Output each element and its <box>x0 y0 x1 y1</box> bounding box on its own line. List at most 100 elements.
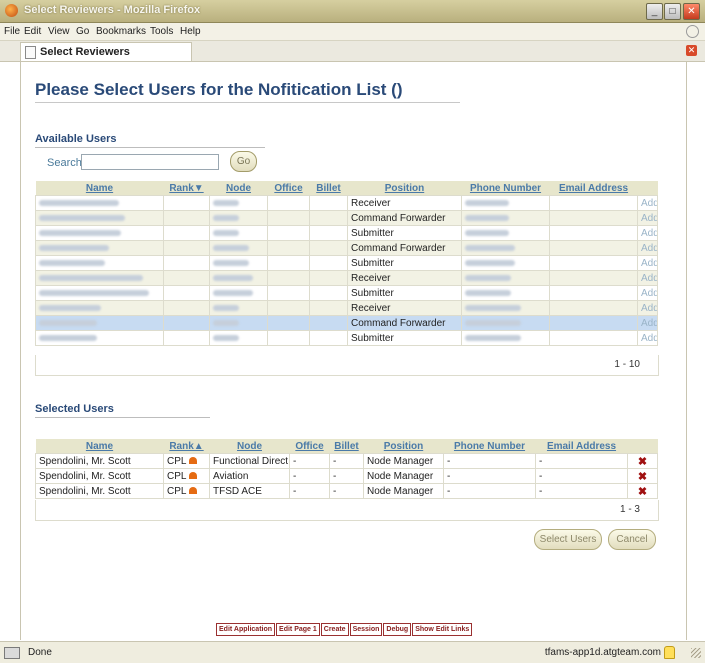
node-cell <box>209 210 268 226</box>
minimize-button[interactable]: _ <box>646 3 663 20</box>
remove-icon[interactable]: ✖ <box>627 453 658 469</box>
column-header-node[interactable]: Node <box>209 181 268 196</box>
tab-select-reviewers[interactable]: Select Reviewers <box>20 42 192 61</box>
redacted-text <box>39 244 109 251</box>
phone-cell: - <box>443 453 536 469</box>
remove-icon[interactable]: ✖ <box>627 468 658 484</box>
column-header-name[interactable]: Name <box>35 181 164 196</box>
redacted-text <box>213 304 239 311</box>
add-link[interactable]: Add <box>637 210 658 226</box>
office-cell <box>267 285 310 301</box>
email-cell <box>549 210 638 226</box>
add-link[interactable]: Add <box>637 270 658 286</box>
column-header-rank[interactable]: Rank▼ <box>163 181 210 196</box>
title-divider <box>35 102 460 103</box>
position-cell: Submitter <box>347 330 462 346</box>
rank-cell <box>163 285 210 301</box>
column-header-position[interactable]: Position <box>347 181 462 196</box>
billet-cell <box>309 330 348 346</box>
column-header-rank[interactable]: Rank▲ <box>163 439 210 454</box>
email-cell <box>549 270 638 286</box>
add-link[interactable]: Add <box>637 195 658 211</box>
column-header-email[interactable]: Email Address <box>535 439 628 454</box>
section-divider <box>35 417 210 418</box>
node-cell <box>209 225 268 241</box>
add-link[interactable]: Add <box>637 285 658 301</box>
select-users-button[interactable]: Select Users <box>534 529 602 550</box>
close-window-button[interactable]: ✕ <box>683 3 700 20</box>
billet-cell <box>309 240 348 256</box>
email-cell: - <box>535 453 628 469</box>
node-cell <box>209 300 268 316</box>
lock-icon[interactable] <box>664 646 675 659</box>
position-cell: Receiver <box>347 300 462 316</box>
redacted-text <box>213 334 239 341</box>
column-header-phone[interactable]: Phone Number <box>443 439 536 454</box>
menu-view[interactable]: View <box>48 26 70 37</box>
menu-go[interactable]: Go <box>76 26 89 37</box>
menu-file[interactable]: File <box>4 26 20 37</box>
close-tab-icon[interactable]: ✕ <box>686 45 697 56</box>
column-header-billet[interactable]: Billet <box>329 439 364 454</box>
email-cell: - <box>535 483 628 499</box>
menu-tools[interactable]: Tools <box>150 26 173 37</box>
available-users-heading: Available Users <box>35 133 117 145</box>
phone-cell <box>461 255 550 271</box>
position-cell: Submitter <box>347 285 462 301</box>
redacted-text <box>39 274 143 281</box>
office-cell <box>267 210 310 226</box>
redacted-text <box>465 304 521 311</box>
resize-grip-icon[interactable] <box>691 648 701 658</box>
search-input[interactable] <box>81 154 219 170</box>
rank-cell: CPL <box>163 453 210 469</box>
throbber-icon <box>686 25 699 38</box>
table-row: Submitter Add <box>35 330 658 346</box>
column-header-phone[interactable]: Phone Number <box>461 181 550 196</box>
add-link[interactable]: Add <box>637 240 658 256</box>
edit-application-link[interactable]: Edit Application <box>216 623 276 636</box>
menu-help[interactable]: Help <box>180 26 201 37</box>
redacted-text <box>39 229 121 236</box>
email-cell <box>549 285 638 301</box>
redacted-text <box>39 304 101 311</box>
rank-cell <box>163 300 210 316</box>
office-cell: - <box>289 468 330 484</box>
column-header-office[interactable]: Office <box>267 181 310 196</box>
search-label: Search <box>47 157 82 169</box>
create-link[interactable]: Create <box>320 623 349 636</box>
session-link[interactable]: Session <box>349 623 383 636</box>
office-cell: - <box>289 453 330 469</box>
show-edit-links-link[interactable]: Show Edit Links <box>412 623 473 636</box>
rank-cell <box>163 210 210 226</box>
edit-page-link[interactable]: Edit Page 1 <box>276 623 320 636</box>
column-header-position[interactable]: Position <box>363 439 444 454</box>
redacted-text <box>465 229 509 236</box>
page-content: Please Select Users for the Nofitication… <box>20 62 687 640</box>
add-link[interactable]: Add <box>637 300 658 316</box>
menu-bookmarks[interactable]: Bookmarks <box>96 26 146 37</box>
add-link[interactable]: Add <box>637 315 658 331</box>
add-link[interactable]: Add <box>637 330 658 346</box>
tab-label: Select Reviewers <box>40 46 130 58</box>
column-header-email[interactable]: Email Address <box>549 181 638 196</box>
add-link[interactable]: Add <box>637 225 658 241</box>
debug-link[interactable]: Debug <box>383 623 412 636</box>
column-header-node[interactable]: Node <box>209 439 290 454</box>
column-header-office[interactable]: Office <box>289 439 330 454</box>
node-cell <box>209 195 268 211</box>
add-link[interactable]: Add <box>637 255 658 271</box>
column-header-billet[interactable]: Billet <box>309 181 348 196</box>
column-header-action <box>627 439 658 454</box>
column-header-name[interactable]: Name <box>35 439 164 454</box>
redacted-text <box>213 199 239 206</box>
maximize-button[interactable]: □ <box>664 3 681 20</box>
name-cell: Spendolini, Mr. Scott <box>35 483 164 499</box>
office-cell <box>267 240 310 256</box>
cancel-button[interactable]: Cancel <box>608 529 656 550</box>
menu-edit[interactable]: Edit <box>24 26 41 37</box>
remove-icon[interactable]: ✖ <box>627 483 658 499</box>
phone-cell <box>461 270 550 286</box>
go-button[interactable]: Go <box>230 151 257 172</box>
redacted-text <box>465 244 515 251</box>
billet-cell <box>309 255 348 271</box>
